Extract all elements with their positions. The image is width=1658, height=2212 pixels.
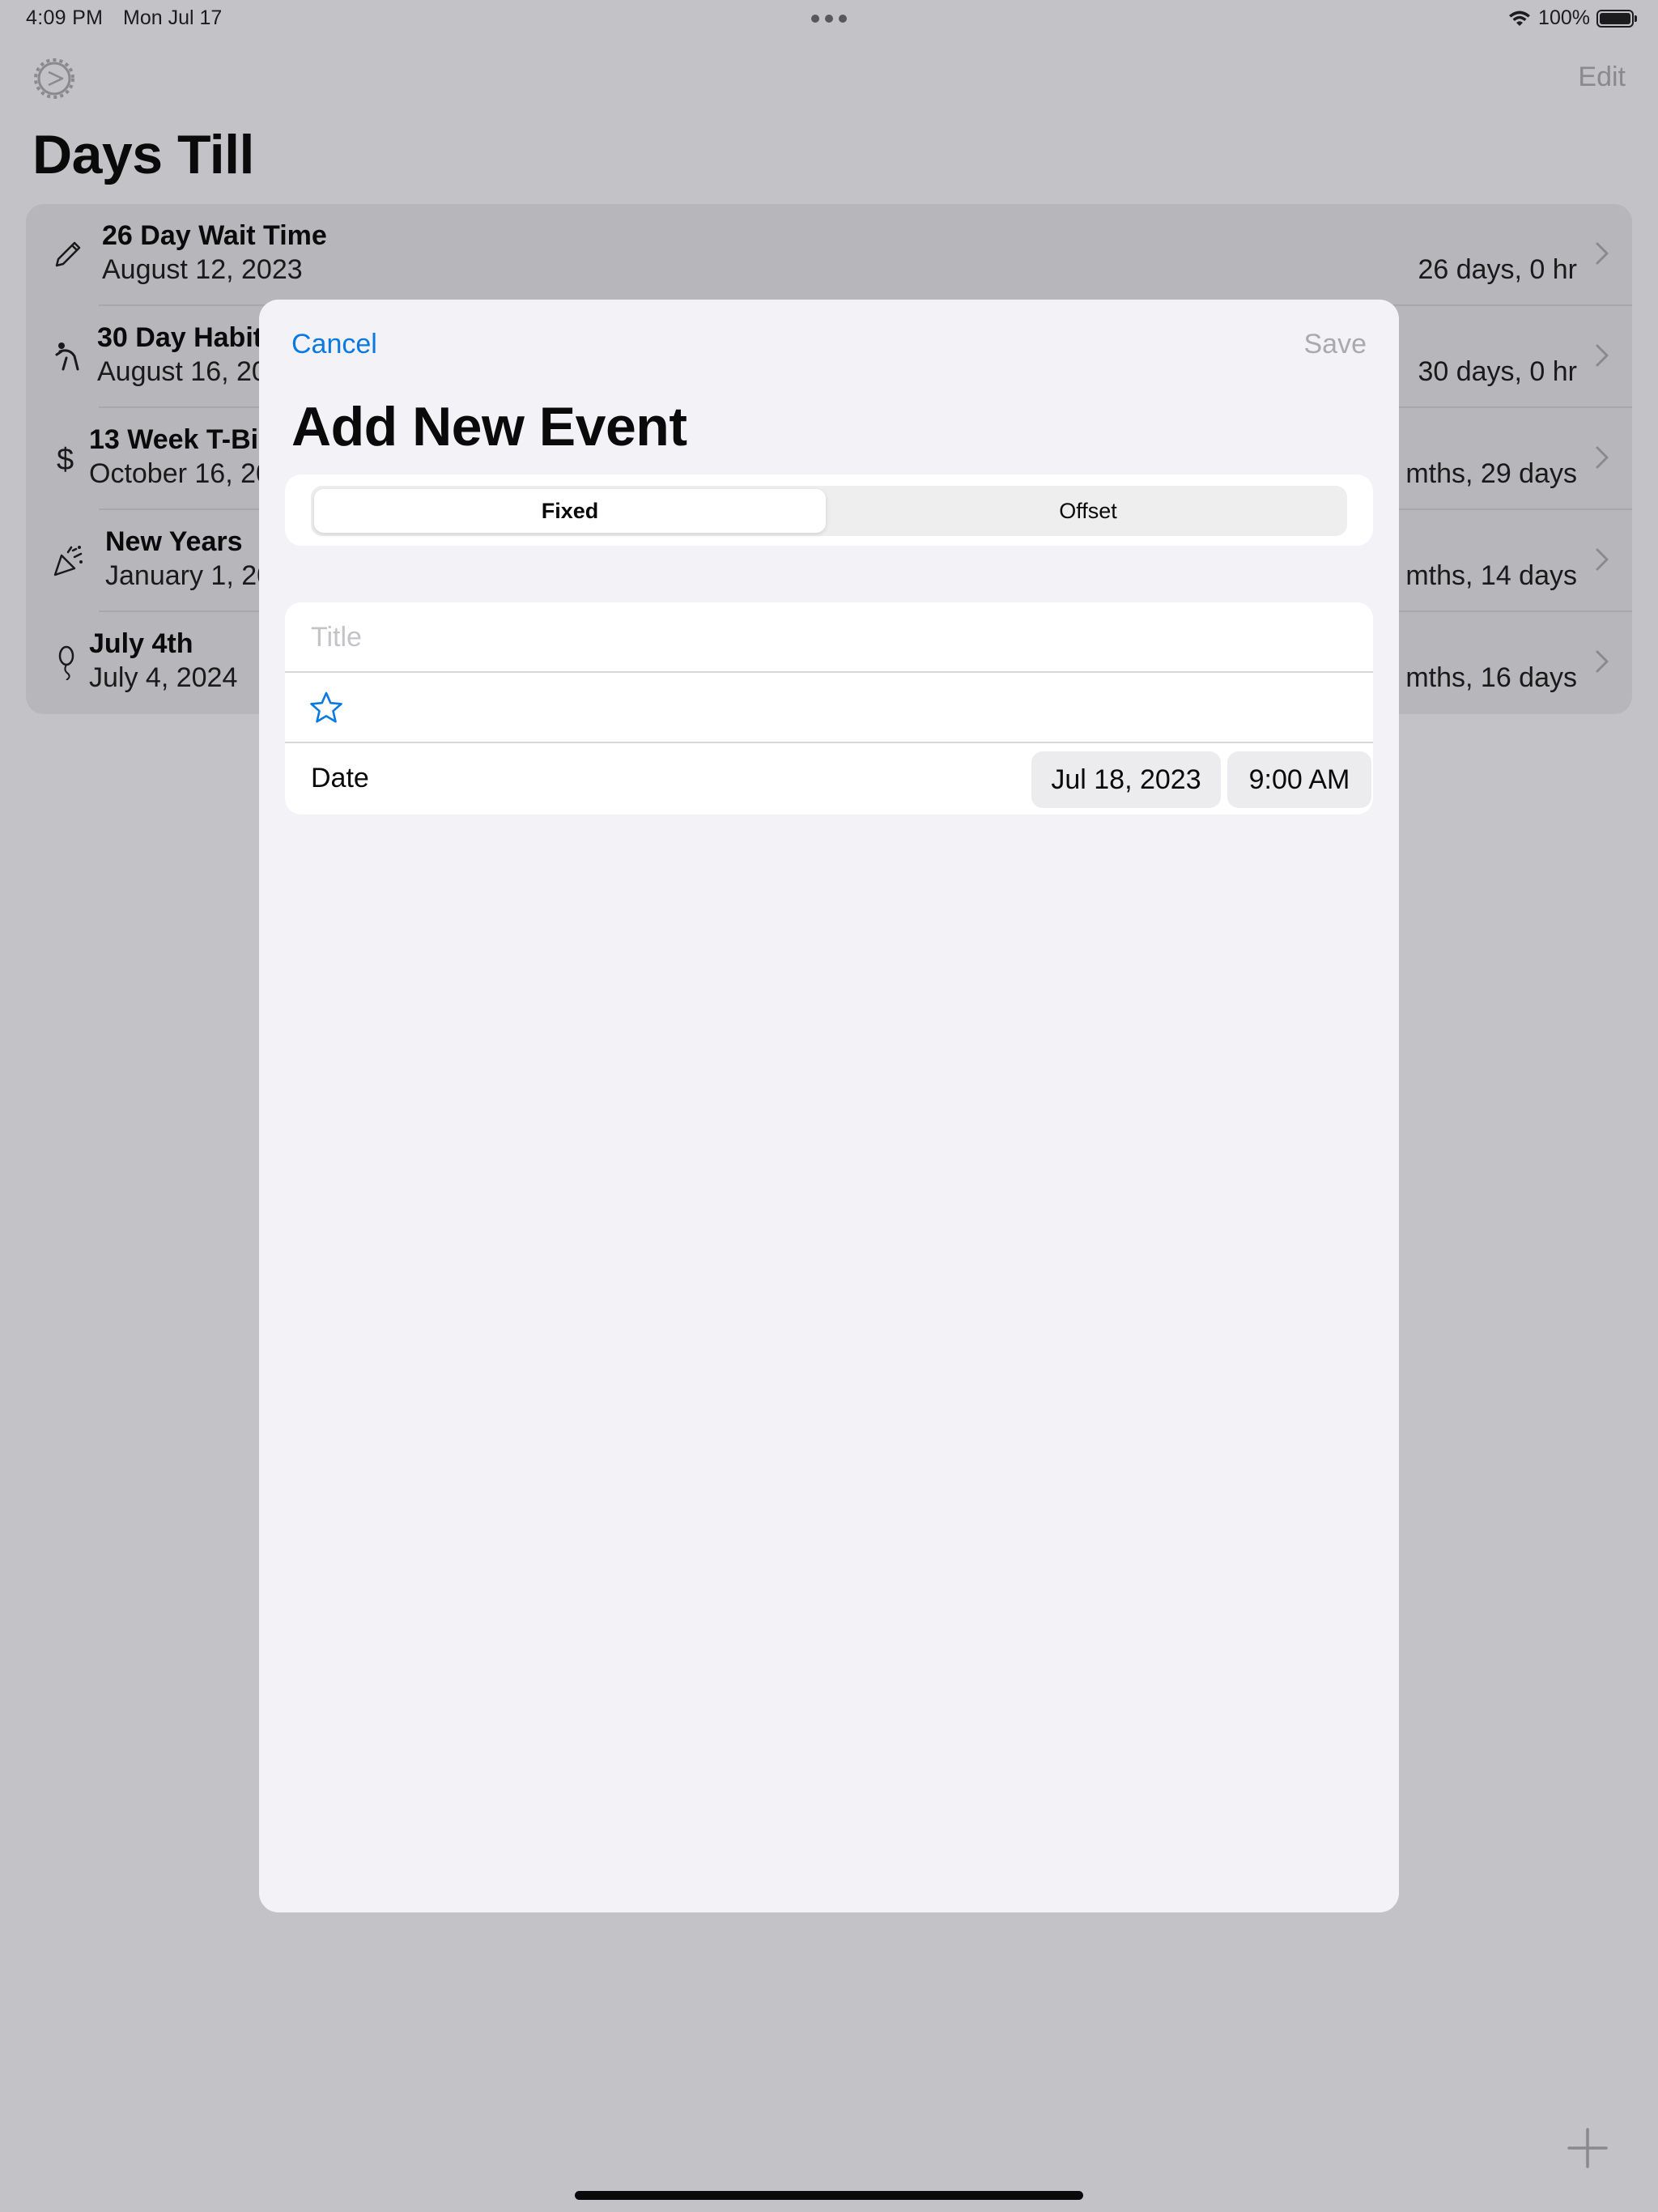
cancel-button[interactable]: Cancel — [291, 329, 377, 360]
wifi-icon — [1509, 11, 1531, 26]
event-type-segmented-control[interactable]: Fixed Offset — [311, 486, 1347, 536]
save-button[interactable]: Save — [1304, 329, 1367, 360]
segment-fixed[interactable]: Fixed — [314, 489, 826, 533]
status-indicators: 100% — [1507, 6, 1637, 30]
segment-offset[interactable]: Offset — [832, 489, 1344, 533]
event-remaining: mths, 14 days — [1405, 560, 1577, 591]
gear-icon[interactable] — [32, 57, 76, 100]
balloon-icon — [58, 645, 74, 680]
battery-icon — [1596, 9, 1637, 28]
title-input[interactable] — [311, 617, 1323, 657]
chevron-right-icon — [1596, 650, 1609, 673]
event-title: 30 Day Habit — [97, 322, 263, 353]
date-row: Date Jul 18, 2023 9:00 AM — [285, 743, 1373, 815]
battery-percent: 100% — [1538, 6, 1590, 29]
event-type-card: Fixed Offset — [285, 474, 1373, 546]
sheet-title: Add New Event — [291, 396, 687, 457]
event-title: 13 Week T-Bil — [89, 424, 266, 455]
event-remaining: mths, 29 days — [1405, 458, 1577, 489]
event-remaining: mths, 16 days — [1405, 662, 1577, 693]
event-date: January 1, 20 — [105, 560, 273, 591]
add-event-button[interactable] — [1566, 2126, 1609, 2170]
icon-row[interactable] — [285, 673, 1373, 743]
dollar-icon: $ — [57, 443, 74, 476]
page-title: Days Till — [32, 124, 254, 185]
event-date: August 16, 20 — [97, 356, 267, 387]
event-title: New Years — [105, 526, 243, 557]
event-title: 26 Day Wait Time — [102, 220, 327, 251]
chevron-right-icon — [1596, 344, 1609, 367]
event-title: July 4th — [89, 628, 193, 659]
status-bar: 4:09 PM Mon Jul 17 100% — [0, 0, 1658, 40]
time-picker-button[interactable]: 9:00 AM — [1227, 751, 1371, 808]
figure-swim-icon — [55, 342, 79, 371]
event-date: August 12, 2023 — [102, 254, 303, 285]
event-form: Date Jul 18, 2023 9:00 AM — [285, 602, 1373, 815]
event-date: October 16, 20 — [89, 458, 271, 489]
date-label: Date — [311, 763, 369, 793]
edit-button[interactable]: Edit — [1578, 62, 1626, 93]
add-event-sheet: Cancel Save Add New Event Fixed Offset D… — [259, 300, 1399, 1912]
home-indicator — [575, 2191, 1083, 2200]
party-popper-icon — [53, 546, 83, 576]
event-date: July 4, 2024 — [89, 662, 238, 693]
title-row — [285, 602, 1373, 673]
star-icon[interactable] — [309, 691, 343, 725]
pencil-icon — [55, 241, 81, 267]
multitasking-dots-icon[interactable] — [811, 15, 847, 23]
date-picker-button[interactable]: Jul 18, 2023 — [1031, 751, 1221, 808]
chevron-right-icon — [1596, 548, 1609, 571]
event-row[interactable]: 26 Day Wait Time August 12, 2023 26 days… — [26, 204, 1632, 306]
event-remaining: 30 days, 0 hr — [1418, 356, 1577, 387]
chevron-right-icon — [1596, 242, 1609, 265]
status-time: 4:09 PM — [26, 6, 104, 29]
status-date: Mon Jul 17 — [123, 6, 223, 29]
svg-text:$: $ — [57, 443, 74, 476]
event-remaining: 26 days, 0 hr — [1418, 254, 1577, 285]
chevron-right-icon — [1596, 446, 1609, 469]
